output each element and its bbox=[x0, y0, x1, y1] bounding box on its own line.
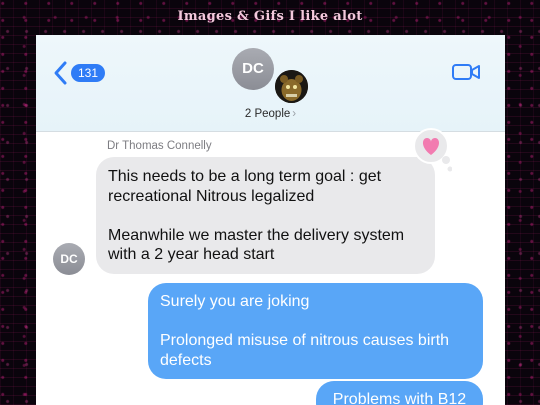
character-avatar-icon bbox=[275, 70, 308, 103]
group-avatar-secondary[interactable] bbox=[275, 70, 308, 103]
group-avatar[interactable]: DC bbox=[232, 48, 274, 90]
message-text: Surely you are joking Prolonged misuse o… bbox=[160, 293, 450, 369]
conversation-header: 131 DC 2 People › bbox=[36, 35, 505, 132]
heart-icon[interactable] bbox=[412, 127, 452, 173]
video-call-icon[interactable] bbox=[451, 61, 481, 83]
back-button[interactable]: 131 bbox=[51, 60, 106, 86]
sender-name: Dr Thomas Connelly bbox=[107, 140, 212, 152]
message-bubble-incoming[interactable]: This needs to be a long term goal : get … bbox=[96, 157, 435, 274]
chevron-right-icon: › bbox=[292, 108, 297, 120]
chevron-left-icon bbox=[54, 61, 67, 85]
unread-count-badge: 131 bbox=[71, 64, 106, 82]
site-title: Images & Gifs I like alot bbox=[177, 9, 363, 24]
message-bubble-outgoing[interactable]: Problems with B12 bbox=[316, 381, 483, 405]
sender-avatar[interactable]: DC bbox=[53, 243, 85, 275]
message-bubble-outgoing[interactable]: Surely you are joking Prolonged misuse o… bbox=[148, 283, 483, 379]
message-text: Problems with B12 bbox=[332, 391, 467, 405]
group-info-button[interactable]: 2 People › bbox=[36, 108, 505, 120]
group-label-text: 2 People bbox=[244, 108, 291, 120]
message-text: This needs to be a long term goal : get … bbox=[108, 168, 405, 263]
messages-screen: 131 DC 2 People › Dr Thomas Connelly This… bbox=[36, 35, 505, 405]
